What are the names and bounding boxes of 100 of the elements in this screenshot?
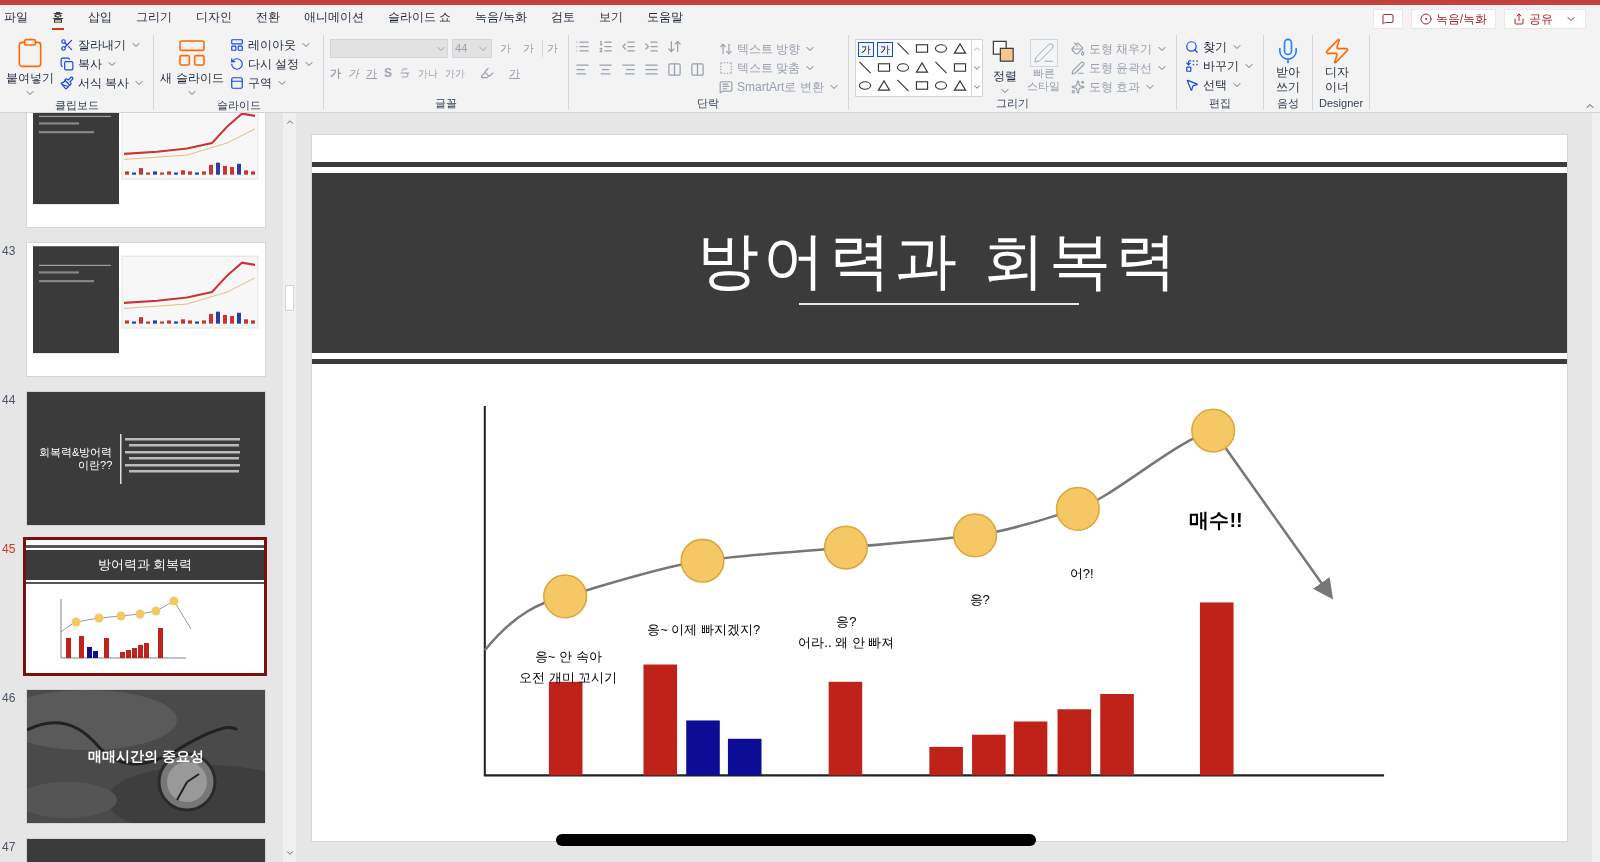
slide-thumbnail[interactable]: 매매시간의 중요성 (27, 690, 265, 823)
ribbon-button[interactable]: 복사 (58, 54, 148, 73)
shape-icon[interactable] (876, 78, 891, 92)
slide-thumbnail[interactable]: 방어력과 회복력 (26, 540, 264, 673)
ribbon-button[interactable]: 구역 (227, 73, 318, 92)
slide-thumbnail[interactable]: 회복력&방어력 이란?? (27, 392, 265, 525)
ribbon-icon (719, 60, 734, 75)
align-icon[interactable] (690, 62, 706, 77)
ribbon-tab[interactable]: 디자인 (196, 8, 232, 30)
ribbon-button[interactable]: 선택 (1183, 75, 1258, 94)
group-label: 글꼴 (434, 97, 459, 110)
ribbon-tab[interactable]: 삽입 (88, 8, 112, 30)
comment-button[interactable] (1372, 9, 1403, 29)
shape-icon[interactable] (857, 78, 872, 92)
ribbon-icon (1185, 77, 1200, 92)
point-marker (543, 574, 588, 619)
group-label: 단락 (696, 97, 721, 110)
shape-icon[interactable] (895, 42, 910, 55)
bar (972, 735, 1007, 776)
shape-icon[interactable] (914, 42, 929, 55)
ribbon-tab[interactable]: 전환 (256, 8, 280, 30)
ribbon-icon (719, 41, 734, 56)
designer-button[interactable]: 디자 이너 (1319, 35, 1356, 95)
bar (66, 638, 71, 658)
group-label: Designer (1319, 97, 1364, 110)
ribbon-tab[interactable]: 애니메이션 (304, 8, 364, 30)
ribbon-button[interactable]: 바꾸기 (1183, 56, 1258, 75)
chart-annotation: 매수!! (1189, 508, 1243, 534)
share-icon (1513, 13, 1525, 25)
shape-icon[interactable] (952, 61, 967, 75)
ribbon-button[interactable]: 잘라내기 (58, 35, 148, 54)
shape-icon[interactable] (857, 61, 872, 75)
shape-gallery[interactable]: 가 가 (854, 39, 983, 97)
record-button[interactable]: 녹음/녹화 (1410, 9, 1496, 29)
paragraph-icon[interactable] (575, 39, 591, 54)
dictate-button[interactable]: 받아 쓰기 (1270, 35, 1307, 95)
ribbon-tab[interactable]: 슬라이드 쇼 (388, 8, 452, 30)
ribbon-icon (229, 37, 244, 52)
shape-icon[interactable] (933, 42, 948, 55)
paragraph-icon[interactable] (598, 39, 614, 54)
shape-icon[interactable] (914, 78, 929, 92)
ribbon-icon (719, 79, 734, 94)
text-box-shape[interactable]: 가 (876, 42, 893, 57)
ribbon-button[interactable]: 서식 복사 (58, 73, 148, 92)
paragraph-icon[interactable] (644, 39, 660, 54)
scroll-down-icon[interactable] (284, 848, 295, 858)
scroll-down-icon[interactable] (971, 63, 982, 73)
ribbon-icon (229, 75, 244, 90)
align-icon[interactable] (644, 62, 660, 77)
ribbon-tab[interactable]: 파일 (4, 8, 28, 30)
ribbon-tab[interactable]: 검토 (550, 8, 575, 30)
shape-icon[interactable] (952, 42, 967, 55)
shape-icon[interactable] (914, 61, 929, 75)
bar (1058, 709, 1092, 776)
align-icon[interactable] (621, 62, 637, 77)
align-icon[interactable] (575, 62, 591, 77)
ribbon-tab[interactable]: 그리기 (136, 8, 172, 30)
slide-number: 45 (2, 541, 17, 558)
scrollbar[interactable] (283, 113, 296, 862)
bar (1014, 721, 1048, 776)
slide-thumbnail[interactable] (27, 243, 265, 376)
chart-annotation: 응? (969, 590, 990, 609)
shape-icon[interactable] (876, 61, 891, 75)
shape-icon[interactable] (895, 61, 910, 75)
scroll-up-icon[interactable] (284, 117, 295, 127)
ribbon-tab[interactable]: 홈 (52, 8, 64, 30)
share-button[interactable]: 공유 (1504, 9, 1586, 29)
ribbon-icon (60, 75, 74, 90)
shape-icon[interactable] (933, 61, 948, 75)
ribbon-button[interactable]: 다시 설정 (227, 54, 318, 73)
align-icon[interactable] (667, 62, 683, 77)
ribbon-tab[interactable]: 녹음/녹화 (475, 8, 527, 30)
arrange-button[interactable]: 정렬 (990, 39, 1019, 97)
large-ribbon-button[interactable]: 붙여넣기 (6, 35, 54, 99)
ribbon-tab[interactable]: 도움말 (646, 8, 683, 30)
large-ribbon-button[interactable]: 새 슬라이드 (160, 35, 224, 99)
shape-icon[interactable] (952, 78, 967, 92)
text-box-shape[interactable]: 가 (857, 42, 874, 57)
point-marker (71, 617, 81, 627)
align-icon[interactable] (598, 62, 614, 77)
point-marker (680, 539, 726, 584)
point-marker (135, 609, 145, 619)
ribbon-button[interactable]: 레이아웃 (227, 35, 318, 54)
point-marker (953, 513, 998, 558)
ribbon-button[interactable]: 찾기 (1183, 37, 1258, 56)
group-label: 클립보드 (53, 99, 100, 112)
point-marker (169, 596, 179, 606)
ribbon-tab[interactable]: 보기 (598, 8, 623, 30)
thumbnail-title: 방어력과 회복력 (97, 556, 193, 575)
slide-number: 46 (2, 690, 17, 707)
shape-icon[interactable] (933, 78, 948, 92)
scroll-thumb[interactable] (285, 284, 294, 311)
slide-number: 44 (2, 392, 17, 409)
slide-thumbnail[interactable] (27, 113, 265, 227)
point-marker (151, 606, 161, 616)
scrollbar[interactable] (1592, 113, 1600, 862)
paragraph-icon[interactable] (621, 39, 637, 54)
shape-icon[interactable] (895, 78, 910, 92)
paragraph-icon[interactable] (667, 39, 683, 54)
slide-number: 47 (2, 839, 17, 856)
